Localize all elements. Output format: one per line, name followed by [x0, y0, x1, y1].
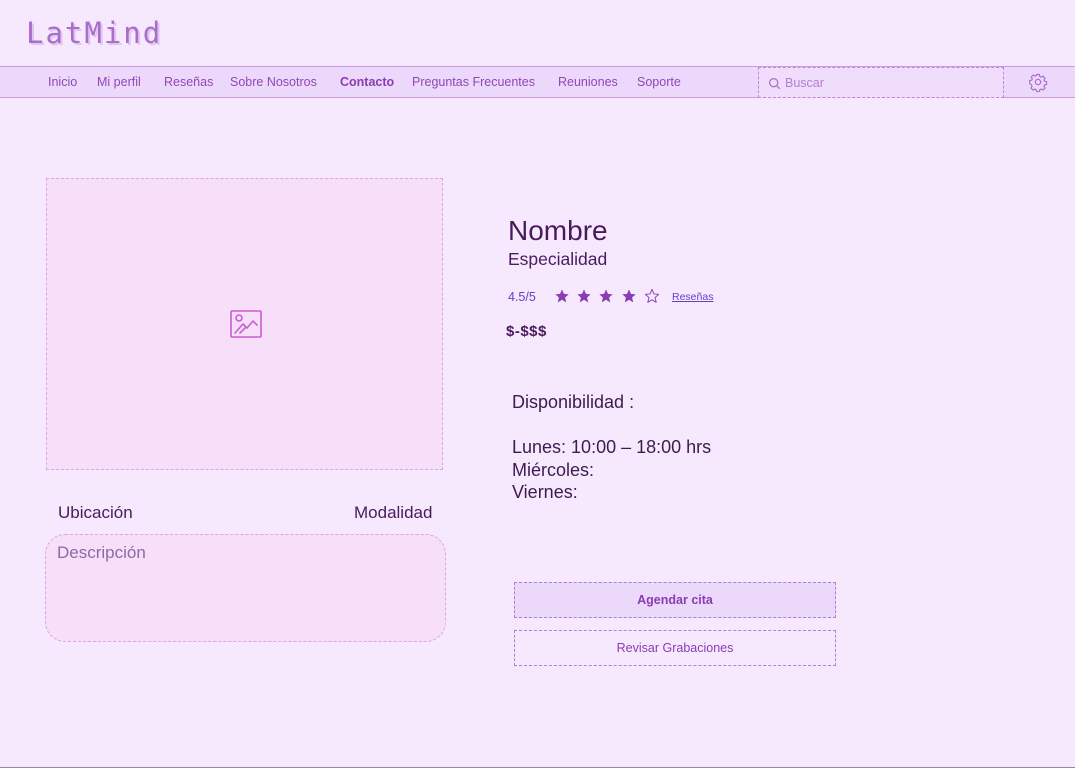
nav-item-contacto[interactable]: Contacto: [340, 67, 394, 98]
search-box[interactable]: [758, 67, 1004, 98]
star-empty-icon: [644, 288, 660, 303]
nav-item-inicio[interactable]: Inicio: [48, 67, 77, 98]
gear-icon[interactable]: [1028, 72, 1048, 92]
nav-item-reuniones[interactable]: Reuniones: [558, 67, 618, 98]
description-label: Descripción: [57, 543, 146, 562]
profile-image-placeholder: [46, 178, 443, 470]
review-recordings-button[interactable]: Revisar Grabaciones: [514, 630, 836, 666]
location-label: Ubicación: [58, 503, 133, 522]
modality-label: Modalidad: [354, 503, 433, 522]
nav-item-mi-perfil[interactable]: Mi perfil: [97, 67, 141, 98]
professional-specialty: Especialidad: [508, 249, 608, 269]
availability-day: Viernes:: [512, 482, 578, 502]
search-icon: [769, 78, 781, 90]
nav-item-sobre-nosotros[interactable]: Sobre Nosotros: [230, 67, 317, 98]
professional-name: Nombre: [508, 215, 608, 246]
availability-day: Miércoles:: [512, 460, 595, 480]
navbar: Inicio Mi perfil Reseñas Sobre Nosotros …: [0, 66, 1075, 98]
nav-item-preguntas-frecuentes[interactable]: Preguntas Frecuentes: [412, 67, 535, 98]
star-filled-icon: [622, 289, 636, 303]
app-logo[interactable]: LatMind: [26, 16, 162, 50]
description-box[interactable]: Descripción: [45, 534, 446, 642]
schedule-appointment-button[interactable]: Agendar cita: [514, 582, 836, 618]
rating-value: 4.5/5: [508, 290, 536, 304]
price-range: $-$$$: [506, 323, 547, 340]
reviews-link[interactable]: Reseñas: [672, 291, 713, 303]
availability-day: Lunes: 10:00 – 18:00 hrs: [512, 437, 712, 457]
star-filled-icon: [599, 289, 613, 303]
availability-title: Disponibilidad :: [512, 392, 635, 412]
nav-item-soporte[interactable]: Soporte: [637, 67, 681, 98]
nav-item-resenas[interactable]: Reseñas: [164, 67, 213, 98]
star-filled-icon: [555, 289, 569, 303]
star-filled-icon: [577, 289, 591, 303]
search-input[interactable]: [785, 72, 997, 94]
image-icon: [230, 310, 262, 338]
